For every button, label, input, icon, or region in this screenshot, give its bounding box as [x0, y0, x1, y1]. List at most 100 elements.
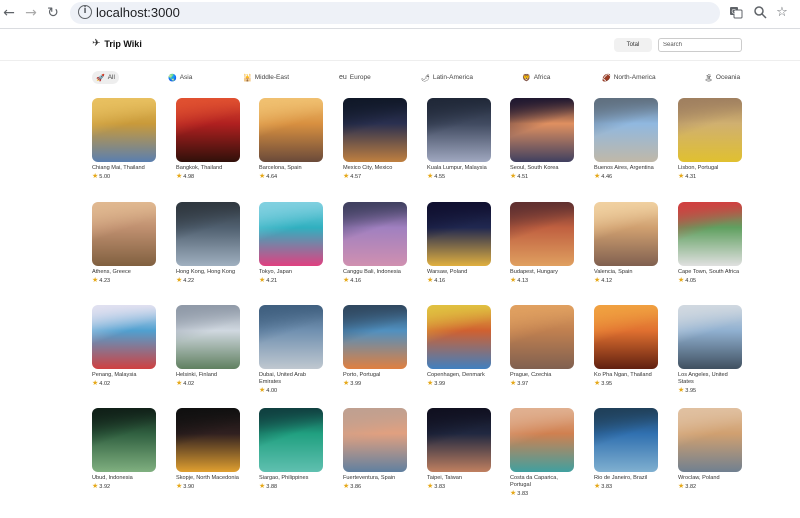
city-photo[interactable] — [594, 305, 658, 369]
city-card[interactable]: Bangkok, Thailand ★ 4.98 — [176, 98, 240, 180]
rating-value: 4.46 — [601, 173, 613, 180]
city-card[interactable]: Budapest, Hungary ★ 4.13 — [510, 202, 574, 284]
city-photo[interactable] — [510, 305, 574, 369]
city-photo[interactable] — [427, 202, 491, 266]
city-photo[interactable] — [678, 305, 742, 369]
city-photo[interactable] — [176, 408, 240, 472]
city-photo[interactable] — [343, 202, 407, 266]
city-photo[interactable] — [343, 98, 407, 162]
city-photo[interactable] — [678, 202, 742, 266]
city-card[interactable]: Athens, Greece ★ 4.23 — [92, 202, 156, 284]
region-icon: 🚀 — [96, 74, 105, 82]
city-card[interactable]: Ko Pha Ngan, Thailand ★ 3.95 — [594, 305, 658, 387]
rating-value: 4.13 — [517, 277, 529, 284]
city-photo[interactable] — [259, 98, 323, 162]
city-card[interactable]: Buenos Aires, Argentina ★ 4.46 — [594, 98, 658, 180]
rating-value: 3.88 — [266, 483, 278, 490]
city-card[interactable]: Los Angeles, United States ★ 3.95 — [678, 305, 742, 394]
logo[interactable]: ✈ Trip Wiki — [92, 38, 142, 49]
city-card[interactable]: Wroclaw, Poland ★ 3.82 — [678, 408, 742, 490]
city-photo[interactable] — [510, 408, 574, 472]
city-photo[interactable] — [176, 305, 240, 369]
city-card[interactable]: Porto, Portugal ★ 3.99 — [343, 305, 407, 387]
search-input[interactable] — [658, 38, 742, 52]
city-name: Ubud, Indonesia — [92, 475, 133, 481]
rating-value: 4.16 — [350, 277, 362, 284]
city-photo[interactable] — [92, 408, 156, 472]
city-rating: ★ 4.02 — [92, 380, 156, 387]
region-tab-2[interactable]: 🕌 Middle-East — [239, 71, 293, 84]
city-card[interactable]: Canggu Bali, Indonesia ★ 4.16 — [343, 202, 407, 284]
city-name: Valencia, Spain — [594, 269, 633, 275]
city-photo[interactable] — [427, 305, 491, 369]
city-photo[interactable] — [594, 202, 658, 266]
city-photo[interactable] — [510, 202, 574, 266]
city-photo[interactable] — [176, 202, 240, 266]
city-card[interactable]: Lisbon, Portugal ★ 4.31 — [678, 98, 742, 180]
region-tab-7[interactable]: 🏝 Oceania — [700, 71, 744, 84]
rating-value: 3.90 — [183, 483, 195, 490]
city-card[interactable]: Seoul, South Korea ★ 4.51 — [510, 98, 574, 180]
city-card[interactable]: Tokyo, Japan ★ 4.21 — [259, 202, 323, 284]
reload-icon[interactable]: ↻ — [44, 4, 62, 22]
city-card[interactable]: Rio de Janeiro, Brazil ★ 3.83 — [594, 408, 658, 490]
city-card[interactable]: Helsinki, Finland ★ 4.02 — [176, 305, 240, 387]
bookmark-star-icon[interactable]: ☆ — [774, 5, 790, 21]
city-photo[interactable] — [259, 305, 323, 369]
city-rating: ★ 3.95 — [594, 380, 658, 387]
total-button[interactable]: Total — [614, 38, 652, 52]
region-label: Oceania — [715, 74, 741, 81]
city-card[interactable]: Prague, Czechia ★ 3.97 — [510, 305, 574, 387]
back-icon[interactable]: ← — [0, 4, 18, 22]
region-tab-1[interactable]: 🌏 Asia — [164, 71, 196, 84]
city-card[interactable]: Cape Town, South Africa ★ 4.05 — [678, 202, 742, 284]
city-card[interactable]: Chiang Mai, Thailand ★ 5.00 — [92, 98, 156, 180]
region-tab-0[interactable]: 🚀 All — [92, 71, 119, 84]
city-photo[interactable] — [259, 202, 323, 266]
city-photo[interactable] — [259, 408, 323, 472]
region-tab-4[interactable]: 🌶 Latin-America — [417, 71, 477, 84]
city-card[interactable]: Mexico City, Mexico ★ 4.57 — [343, 98, 407, 180]
star-icon: ★ — [92, 380, 99, 387]
address-bar[interactable]: i localhost:3000 — [70, 2, 720, 24]
region-tab-5[interactable]: 🦁 Africa — [518, 71, 554, 84]
rating-value: 3.83 — [434, 483, 446, 490]
city-photo[interactable] — [92, 305, 156, 369]
city-card[interactable]: Siargao, Philippines ★ 3.88 — [259, 408, 323, 490]
region-icon: 🌏 — [168, 74, 177, 82]
city-photo[interactable] — [510, 98, 574, 162]
city-photo[interactable] — [594, 408, 658, 472]
city-photo[interactable] — [678, 408, 742, 472]
city-card[interactable]: Kuala Lumpur, Malaysia ★ 4.55 — [427, 98, 491, 180]
city-card[interactable]: Valencia, Spain ★ 4.12 — [594, 202, 658, 284]
translate-icon[interactable]: G — [728, 5, 744, 21]
city-photo[interactable] — [92, 202, 156, 266]
city-photo[interactable] — [594, 98, 658, 162]
city-name: Wroclaw, Poland — [678, 475, 720, 481]
city-photo[interactable] — [427, 98, 491, 162]
site-info-icon[interactable]: i — [78, 5, 92, 19]
region-tab-6[interactable]: 🏈 North-America — [598, 71, 660, 84]
city-photo[interactable] — [343, 305, 407, 369]
city-card[interactable]: Ubud, Indonesia ★ 3.92 — [92, 408, 156, 490]
city-card[interactable]: Barcelona, Spain ★ 4.64 — [259, 98, 323, 180]
city-photo[interactable] — [176, 98, 240, 162]
region-tab-3[interactable]: eu Europe — [335, 71, 375, 84]
city-card[interactable]: Penang, Malaysia ★ 4.02 — [92, 305, 156, 387]
city-photo[interactable] — [343, 408, 407, 472]
city-photo[interactable] — [678, 98, 742, 162]
city-card[interactable]: Fuerteventura, Spain ★ 3.86 — [343, 408, 407, 490]
city-card[interactable]: Skopje, North Macedonia ★ 3.90 — [176, 408, 240, 490]
city-photo[interactable] — [92, 98, 156, 162]
city-card[interactable]: Taipei, Taiwan ★ 3.83 — [427, 408, 491, 490]
zoom-icon[interactable] — [752, 5, 768, 21]
city-card[interactable]: Copenhagen, Denmark ★ 3.99 — [427, 305, 491, 387]
city-photo[interactable] — [427, 408, 491, 472]
city-name: Ko Pha Ngan, Thailand — [594, 372, 652, 378]
city-card[interactable]: Hong Kong, Hong Kong ★ 4.22 — [176, 202, 240, 284]
forward-icon[interactable]: → — [22, 4, 40, 22]
city-card[interactable]: Costa da Caparica, Portugal ★ 3.83 — [510, 408, 574, 497]
city-card[interactable]: Dubai, United Arab Emirates ★ 4.00 — [259, 305, 323, 394]
city-card[interactable]: Warsaw, Poland ★ 4.16 — [427, 202, 491, 284]
rating-value: 4.02 — [99, 380, 111, 387]
